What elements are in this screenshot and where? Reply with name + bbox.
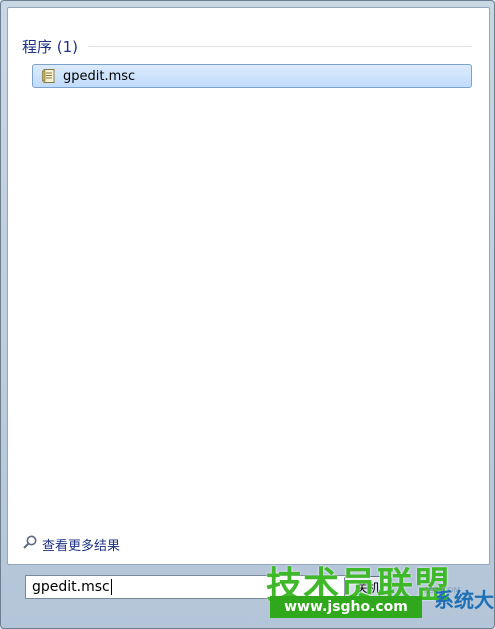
policy-file-icon (41, 68, 57, 84)
search-results-panel: 程序 (1) gpedit.msc 查看更多结果 (7, 7, 490, 565)
search-input-text: gpedit.msc (32, 579, 110, 595)
see-more-results-label: 查看更多结果 (42, 538, 121, 554)
programs-group-header: 程序 (1) (22, 36, 472, 56)
text-caret (110, 579, 112, 595)
result-item-gpedit[interactable]: gpedit.msc (32, 64, 472, 88)
search-icon (22, 534, 38, 554)
result-label: gpedit.msc (63, 68, 136, 84)
group-divider (88, 45, 472, 47)
start-menu-frame: 程序 (1) gpedit.msc 查看更多结果 gpedit.msc 关机 (0, 0, 495, 629)
shutdown-button-label: 关机 (355, 580, 380, 595)
group-title: 程序 (1) (22, 37, 79, 56)
see-more-results-link[interactable]: 查看更多结果 (22, 534, 120, 554)
search-input[interactable]: gpedit.msc (25, 575, 355, 599)
shutdown-button[interactable]: 关机 (344, 576, 392, 598)
